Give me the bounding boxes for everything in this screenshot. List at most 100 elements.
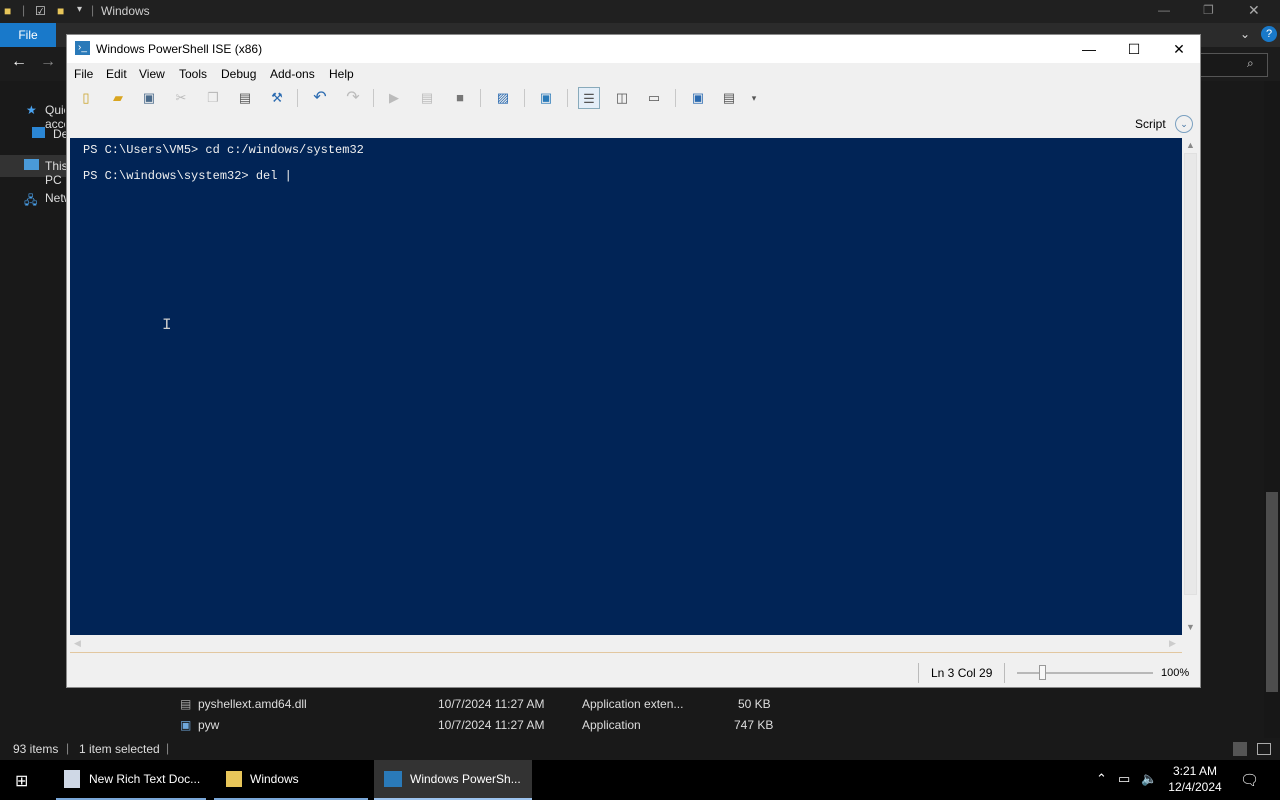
explorer-scrollbar-thumb[interactable] — [1266, 492, 1278, 692]
taskbar-item-wordpad[interactable]: New Rich Text Doc... — [56, 760, 206, 800]
show-script-pane-right-icon[interactable]: ◫ — [611, 87, 633, 109]
network-icon: 🖧 — [24, 193, 38, 207]
ise-toolbar: ▯ ▰ ▣ ✂ ❐ ▤ ⚒ ↶ ↷ ▶ ▤ ■ ▨ ▣ ☰ ◫ ▭ ▣ ▤ ▾ — [67, 85, 1200, 111]
script-label[interactable]: Script — [1135, 117, 1166, 131]
close-button[interactable]: ✕ — [1156, 35, 1202, 63]
zoom-slider-thumb[interactable] — [1039, 665, 1046, 680]
run-selection-icon[interactable]: ▤ — [416, 87, 438, 109]
cut-icon[interactable]: ✂ — [170, 87, 192, 109]
powershell-icon — [384, 771, 402, 787]
show-command-window-icon[interactable]: ▣ — [687, 87, 709, 109]
scroll-right-icon[interactable]: ▶ — [1169, 638, 1176, 649]
remote-powershell-icon[interactable]: ▨ — [492, 87, 514, 109]
console-pane[interactable]: PS C:\Users\VM5> cd c:/windows/system32 … — [70, 138, 1182, 635]
console-line: PS C:\windows\system32> del | — [83, 169, 292, 183]
scroll-down-icon[interactable]: ▼ — [1186, 622, 1195, 632]
table-row[interactable]: ▤ pyshellext.amd64.dll 10/7/2024 11:27 A… — [160, 694, 1260, 715]
zoom-slider-track[interactable] — [1017, 672, 1153, 674]
explorer-file-tab[interactable]: File — [0, 23, 56, 47]
ise-title: Windows PowerShell ISE (x86) — [96, 42, 263, 56]
menu-help[interactable]: Help — [329, 67, 354, 81]
taskbar-item-explorer[interactable]: Windows — [214, 760, 368, 800]
menu-add-ons[interactable]: Add-ons — [270, 67, 315, 81]
explorer-minimize-button[interactable]: — — [1158, 3, 1170, 17]
copy-icon[interactable]: ❐ — [202, 87, 224, 109]
new-script-icon[interactable]: ▯ — [75, 87, 97, 109]
menu-tools[interactable]: Tools — [179, 67, 207, 81]
status-separator — [1004, 663, 1005, 683]
properties-icon[interactable]: ☑ — [35, 4, 46, 18]
chevron-down-icon[interactable]: ⌄ — [1175, 115, 1193, 133]
back-arrow-icon[interactable]: ← — [11, 53, 27, 71]
show-script-pane-maximized-icon[interactable]: ▭ — [643, 87, 665, 109]
forward-arrow-icon[interactable]: → — [40, 53, 56, 71]
status-separator — [918, 663, 919, 683]
scroll-up-icon[interactable]: ▲ — [1186, 140, 1195, 150]
table-row[interactable]: ▣ pyw 10/7/2024 11:27 AM Application 747… — [160, 715, 1260, 736]
sidebar-item-desktop[interactable]: Desktop — [53, 127, 66, 141]
clock-time: 3:21 AM — [1172, 764, 1218, 778]
explorer-restore-button[interactable]: ❐ — [1203, 3, 1214, 17]
minimize-button[interactable]: — — [1066, 35, 1112, 63]
console-horizontal-scrollbar[interactable]: ◀ ▶ — [70, 635, 1182, 653]
file-date: 10/7/2024 11:27 AM — [438, 697, 545, 711]
separator: | — [66, 741, 70, 755]
menu-view[interactable]: View — [139, 67, 165, 81]
show-command-addon-icon[interactable]: ▤ — [718, 87, 740, 109]
search-icon: ⌕ — [1247, 56, 1254, 70]
save-icon[interactable]: ▣ — [138, 87, 160, 109]
menu-edit[interactable]: Edit — [106, 67, 127, 81]
volume-muted-icon[interactable]: 🔈 — [1141, 771, 1157, 787]
ise-titlebar: ›_ Windows PowerShell ISE (x86) — ☐ ✕ — [67, 35, 1200, 63]
console-line: PS C:\Users\VM5> cd c:/windows/system32 — [83, 143, 364, 157]
stop-icon[interactable]: ■ — [449, 87, 471, 109]
clear-console-icon[interactable]: ⚒ — [266, 87, 288, 109]
network-status-icon[interactable]: ▭ — [1118, 771, 1130, 787]
details-view-icon[interactable] — [1233, 742, 1247, 756]
new-folder-icon[interactable]: ■ — [57, 4, 64, 18]
toolbar-overflow-icon[interactable]: ▾ — [743, 87, 765, 109]
help-icon[interactable]: ? — [1261, 26, 1277, 42]
run-script-icon[interactable]: ▶ — [383, 87, 405, 109]
wordpad-icon — [64, 770, 80, 788]
toolbar-separator — [675, 89, 676, 107]
ise-statusbar: Ln 3 Col 29 100% — [67, 659, 1200, 687]
sidebar-item-network[interactable]: Network — [45, 191, 66, 205]
explorer-close-button[interactable]: ✕ — [1248, 2, 1260, 19]
desktop-icon — [32, 127, 45, 138]
star-icon: ★ — [26, 103, 37, 117]
zoom-level: 100% — [1161, 667, 1190, 679]
folder-icon: ■ — [4, 4, 12, 18]
toolbar-separator — [524, 89, 525, 107]
sidebar-item-this-pc[interactable]: This PC — [45, 159, 66, 187]
folder-icon — [226, 771, 242, 787]
redo-icon[interactable]: ↷ — [342, 87, 364, 109]
undo-icon[interactable]: ↶ — [309, 87, 331, 109]
windows-start-icon[interactable]: ⊞ — [15, 771, 28, 791]
paste-icon[interactable]: ▤ — [234, 87, 256, 109]
explorer-search-box[interactable]: ⌕ — [1200, 53, 1268, 77]
file-name: pyw — [198, 718, 220, 732]
customize-quick-access-icon[interactable]: ▾ — [77, 4, 82, 15]
console-scrollbar-thumb[interactable] — [1184, 153, 1197, 595]
clock[interactable]: 3:21 AM 12/4/2024 — [1160, 763, 1230, 795]
notifications-icon[interactable]: 🗨 — [1240, 771, 1259, 789]
explorer-sidebar: ★ Quick access Desktop This PC 🖧 Network — [0, 81, 66, 738]
scroll-left-icon[interactable]: ◀ — [74, 638, 81, 649]
chevron-up-icon[interactable]: ⌃ — [1096, 771, 1107, 787]
open-icon[interactable]: ▰ — [107, 87, 129, 109]
file-type: Application — [582, 718, 641, 732]
large-icons-view-icon[interactable] — [1257, 743, 1271, 755]
menu-debug[interactable]: Debug — [221, 67, 256, 81]
taskbar-item-label: Windows PowerSh... — [410, 772, 521, 786]
chevron-down-icon[interactable]: ⌄ — [1240, 27, 1250, 41]
toolbar-separator — [480, 89, 481, 107]
maximize-button[interactable]: ☐ — [1111, 35, 1157, 63]
file-type: Application exten... — [582, 697, 684, 711]
script-pane-bar: Script ⌄ — [67, 111, 1200, 137]
show-script-pane-top-icon[interactable]: ☰ — [578, 87, 600, 109]
selected-count: 1 item selected — [79, 742, 160, 756]
start-powershell-icon[interactable]: ▣ — [535, 87, 557, 109]
menu-file[interactable]: File — [74, 67, 93, 81]
taskbar-item-powershell[interactable]: Windows PowerSh... — [374, 760, 532, 800]
